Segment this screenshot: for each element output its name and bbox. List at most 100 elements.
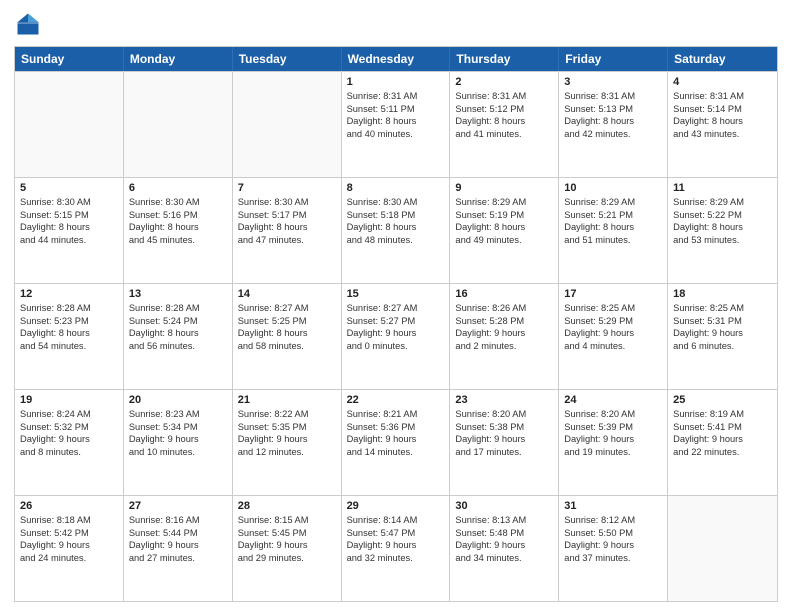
calendar-empty-cell [124,72,233,177]
cell-info-line: Sunset: 5:16 PM [129,209,227,222]
day-number: 9 [455,182,553,194]
cell-info-line: and 43 minutes. [673,128,772,141]
day-number: 3 [564,76,662,88]
cell-info-line: Daylight: 8 hours [20,221,118,234]
header-day-wednesday: Wednesday [342,47,451,71]
cell-info-line: Sunset: 5:18 PM [347,209,445,222]
cell-info-line: Sunset: 5:47 PM [347,527,445,540]
calendar-day-9: 9Sunrise: 8:29 AMSunset: 5:19 PMDaylight… [450,178,559,283]
cell-info-line: Sunset: 5:28 PM [455,315,553,328]
cell-info-line: Sunrise: 8:30 AM [238,196,336,209]
cell-info-line: Sunrise: 8:18 AM [20,514,118,527]
day-number: 13 [129,288,227,300]
header-day-tuesday: Tuesday [233,47,342,71]
calendar-day-4: 4Sunrise: 8:31 AMSunset: 5:14 PMDaylight… [668,72,777,177]
cell-info-line: and 17 minutes. [455,446,553,459]
cell-info-line: Sunset: 5:42 PM [20,527,118,540]
cell-info-line: Daylight: 8 hours [673,115,772,128]
cell-info-line: and 42 minutes. [564,128,662,141]
cell-info-line: Daylight: 9 hours [455,539,553,552]
cell-info-line: Daylight: 8 hours [129,327,227,340]
calendar-week-3: 19Sunrise: 8:24 AMSunset: 5:32 PMDayligh… [15,389,777,495]
cell-info-line: Daylight: 8 hours [347,221,445,234]
day-number: 8 [347,182,445,194]
cell-info-line: Sunset: 5:36 PM [347,421,445,434]
calendar-day-21: 21Sunrise: 8:22 AMSunset: 5:35 PMDayligh… [233,390,342,495]
cell-info-line: Daylight: 9 hours [564,539,662,552]
day-number: 7 [238,182,336,194]
day-number: 23 [455,394,553,406]
cell-info-line: Sunset: 5:14 PM [673,103,772,116]
cell-info-line: Daylight: 8 hours [455,115,553,128]
cell-info-line: Sunrise: 8:30 AM [347,196,445,209]
cell-info-line: Sunset: 5:17 PM [238,209,336,222]
cell-info-line: Sunrise: 8:31 AM [455,90,553,103]
cell-info-line: Daylight: 8 hours [20,327,118,340]
cell-info-line: Daylight: 9 hours [673,433,772,446]
calendar-day-19: 19Sunrise: 8:24 AMSunset: 5:32 PMDayligh… [15,390,124,495]
cell-info-line: Sunset: 5:25 PM [238,315,336,328]
cell-info-line: Sunrise: 8:12 AM [564,514,662,527]
day-number: 4 [673,76,772,88]
cell-info-line: Daylight: 9 hours [20,539,118,552]
day-number: 26 [20,500,118,512]
cell-info-line: and 22 minutes. [673,446,772,459]
cell-info-line: and 41 minutes. [455,128,553,141]
cell-info-line: Sunset: 5:48 PM [455,527,553,540]
day-number: 1 [347,76,445,88]
calendar-day-25: 25Sunrise: 8:19 AMSunset: 5:41 PMDayligh… [668,390,777,495]
day-number: 19 [20,394,118,406]
calendar-day-5: 5Sunrise: 8:30 AMSunset: 5:15 PMDaylight… [15,178,124,283]
day-number: 27 [129,500,227,512]
day-number: 6 [129,182,227,194]
cell-info-line: Sunrise: 8:21 AM [347,408,445,421]
cell-info-line: Daylight: 8 hours [238,221,336,234]
cell-info-line: Daylight: 8 hours [347,115,445,128]
cell-info-line: Sunrise: 8:25 AM [564,302,662,315]
day-number: 14 [238,288,336,300]
cell-info-line: Sunset: 5:29 PM [564,315,662,328]
calendar-day-10: 10Sunrise: 8:29 AMSunset: 5:21 PMDayligh… [559,178,668,283]
cell-info-line: Daylight: 9 hours [347,539,445,552]
cell-info-line: Sunrise: 8:31 AM [347,90,445,103]
cell-info-line: and 8 minutes. [20,446,118,459]
cell-info-line: Sunrise: 8:27 AM [347,302,445,315]
calendar-day-14: 14Sunrise: 8:27 AMSunset: 5:25 PMDayligh… [233,284,342,389]
header [14,10,778,38]
cell-info-line: Sunset: 5:19 PM [455,209,553,222]
cell-info-line: and 51 minutes. [564,234,662,247]
cell-info-line: Daylight: 8 hours [673,221,772,234]
calendar-day-8: 8 Sunrise: 8:30 AMSunset: 5:18 PMDaylight… [342,178,451,283]
cell-info-line: Sunset: 5:11 PM [347,103,445,116]
cell-info-line: Sunset: 5:34 PM [129,421,227,434]
calendar-day-13: 13Sunrise: 8:28 AMSunset: 5:24 PMDayligh… [124,284,233,389]
cell-info-line: Sunrise: 8:13 AM [455,514,553,527]
cell-info-line: and 14 minutes. [347,446,445,459]
calendar: SundayMondayTuesdayWednesdayThursdayFrid… [14,46,778,602]
cell-info-line: and 48 minutes. [347,234,445,247]
calendar-day-3: 3 Sunrise: 8:31 AMSunset: 5:13 PMDaylight… [559,72,668,177]
calendar-week-1: 5Sunrise: 8:30 AMSunset: 5:15 PMDaylight… [15,177,777,283]
cell-info-line: Daylight: 9 hours [564,327,662,340]
cell-info-line: Sunrise: 8:31 AM [564,90,662,103]
cell-info-line: Daylight: 9 hours [347,327,445,340]
cell-info-line: Sunset: 5:27 PM [347,315,445,328]
cell-info-line: and 4 minutes. [564,340,662,353]
calendar-body: 1Sunrise: 8:31 AMSunset: 5:11 PMDaylight… [15,71,777,601]
cell-info-line: Sunrise: 8:16 AM [129,514,227,527]
cell-info-line: Sunset: 5:13 PM [564,103,662,116]
cell-info-line: Daylight: 8 hours [564,115,662,128]
cell-info-line: and 49 minutes. [455,234,553,247]
cell-info-line: Sunrise: 8:19 AM [673,408,772,421]
day-number: 25 [673,394,772,406]
cell-info-line: Sunset: 5:12 PM [455,103,553,116]
calendar-day-15: 15Sunrise: 8:27 AMSunset: 5:27 PMDayligh… [342,284,451,389]
cell-info-line: Sunset: 5:24 PM [129,315,227,328]
cell-info-line: Sunset: 5:44 PM [129,527,227,540]
day-number: 12 [20,288,118,300]
calendar-day-6: 6Sunrise: 8:30 AMSunset: 5:16 PMDaylight… [124,178,233,283]
calendar-day-17: 17Sunrise: 8:25 AMSunset: 5:29 PMDayligh… [559,284,668,389]
cell-info-line: Sunrise: 8:29 AM [564,196,662,209]
day-number: 16 [455,288,553,300]
cell-info-line: Daylight: 9 hours [564,433,662,446]
